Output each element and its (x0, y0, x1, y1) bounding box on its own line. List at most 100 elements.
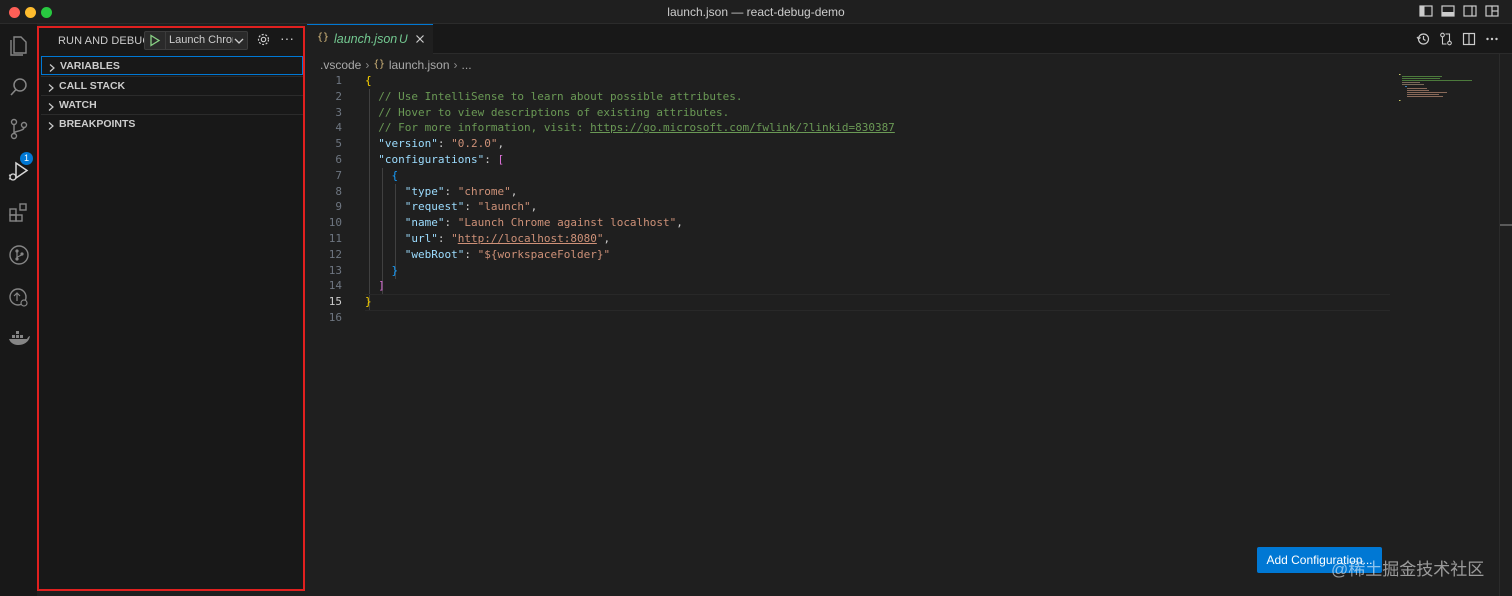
line-number: 4 (335, 121, 342, 135)
start-debugging-icon[interactable] (149, 34, 161, 47)
docker-icon[interactable] (6, 326, 32, 352)
brace: } (391, 263, 399, 277)
scrollbar-cursor-marker (1500, 224, 1512, 226)
line-number: 13 (328, 263, 342, 277)
vertical-scrollbar[interactable] (1499, 54, 1512, 596)
comment: // Hover to view descriptions of existin… (378, 105, 730, 119)
minimap[interactable] (1399, 72, 1479, 102)
code-line: 9 "request": "launch", (307, 199, 1407, 215)
breadcrumb-file[interactable]: launch.json (389, 58, 450, 72)
explorer-icon[interactable] (6, 32, 32, 58)
close-icon[interactable] (414, 33, 426, 45)
sidebar-header: RUN AND DEBUG Launch Chrome ··· (39, 28, 303, 54)
open-changes-icon[interactable] (1439, 32, 1453, 46)
activity-bar: 1 (0, 24, 37, 596)
code-line: 15} (307, 294, 1407, 310)
untracked-status: U (399, 32, 408, 46)
json-key: "webRoot" (404, 247, 465, 261)
json-value: "launch" (477, 200, 531, 214)
tab-bar: {} launch.json U (307, 24, 1512, 54)
gear-icon[interactable] (256, 32, 271, 47)
json-key: "type" (404, 184, 445, 198)
toggle-primary-sidebar-icon[interactable] (1419, 4, 1433, 18)
json-key: "url" (404, 232, 438, 245)
code-line: 10 "name": "Launch Chrome against localh… (307, 215, 1407, 231)
section-variables[interactable]: VARIABLES (41, 56, 303, 75)
timeline-history-icon[interactable] (1416, 32, 1430, 46)
select-divider (165, 32, 166, 49)
split-editor-icon[interactable] (1462, 32, 1476, 46)
customize-layout-icon[interactable] (1485, 4, 1499, 18)
chevron-right-icon (46, 100, 56, 111)
extensions-icon[interactable] (6, 200, 32, 226)
remote-explorer-icon[interactable] (6, 284, 32, 310)
json-key: "request" (404, 200, 465, 214)
json-key: "version" (378, 137, 438, 151)
section-breakpoints[interactable]: BREAKPOINTS (41, 114, 303, 133)
line-number: 15 (328, 295, 342, 309)
section-label: BREAKPOINTS (59, 118, 136, 130)
json-value: "0.2.0" (451, 137, 498, 151)
section-watch[interactable]: WATCH (41, 95, 303, 114)
code-line: 7 { (307, 168, 1407, 184)
comment-link[interactable]: https://go.microsoft.com/fwlink/?linkid=… (590, 121, 895, 134)
watermark: @稀土掘金技术社区 (1331, 560, 1485, 579)
source-control-icon[interactable] (6, 116, 32, 142)
code-line: 14 ] (307, 278, 1407, 294)
code-line: 3 // Hover to view descriptions of exist… (307, 105, 1407, 121)
brace: { (365, 74, 372, 87)
git-graph-icon[interactable] (6, 242, 32, 268)
line-number: 2 (335, 89, 342, 103)
code-line: 2 // Use IntelliSense to learn about pos… (307, 89, 1407, 105)
line-number: 7 (335, 168, 342, 182)
tab-launch-json[interactable]: {} launch.json U (307, 24, 433, 54)
chevron-right-icon (47, 61, 57, 72)
line-number: 14 (328, 279, 342, 293)
run-debug-icon[interactable] (6, 158, 32, 184)
breadcrumb-folder[interactable]: .vscode (320, 58, 361, 72)
breadcrumb-more[interactable]: ... (462, 58, 472, 72)
json-key: "configurations" (378, 153, 485, 166)
section-label: CALL STACK (59, 80, 126, 92)
json-file-icon: {} (317, 32, 330, 43)
json-file-icon: {} (373, 59, 385, 71)
bracket: ] (378, 279, 385, 293)
toggle-panel-icon[interactable] (1441, 4, 1455, 18)
search-icon[interactable] (6, 74, 32, 100)
code-line: 4 // For more information, visit: https:… (307, 120, 1407, 136)
line-number: 6 (335, 153, 342, 166)
code-line: 11 "url": "http://localhost:8080", (307, 231, 1407, 247)
sidebar-title: RUN AND DEBUG (58, 35, 151, 47)
json-value: "${workspaceFolder}" (477, 247, 611, 261)
breadcrumb: .vscode ›{} launch.json ›... (320, 57, 472, 73)
toggle-secondary-sidebar-icon[interactable] (1463, 4, 1477, 18)
section-call-stack[interactable]: CALL STACK (41, 76, 303, 95)
code-line: 12 "webRoot": "${workspaceFolder}" (307, 247, 1407, 263)
json-value: "chrome" (457, 184, 511, 198)
quote: " (451, 232, 458, 245)
more-actions-icon[interactable]: ··· (280, 31, 296, 47)
more-actions-icon[interactable] (1485, 32, 1499, 46)
comment: // For more information, visit: (378, 121, 591, 135)
line-number: 9 (335, 200, 342, 214)
run-and-debug-sidebar: RUN AND DEBUG Launch Chrome ··· VARIABLE… (37, 26, 305, 591)
line-number: 10 (328, 216, 342, 230)
code-line: 1{ (307, 73, 1407, 89)
editor-area: {} launch.json U .vscode ›{} launch.json ›.… (307, 24, 1512, 596)
json-key: "name" (404, 216, 445, 230)
tab-label: launch.json (334, 32, 398, 46)
json-value: "Launch Chrome against localhost" (457, 216, 677, 230)
launch-configuration-select[interactable]: Launch Chrome (144, 31, 248, 50)
bracket: [ (497, 153, 505, 166)
code-line: 13 } (307, 263, 1407, 279)
line-number: 11 (328, 232, 342, 245)
chevron-right-icon: › (453, 57, 458, 72)
line-number: 3 (335, 105, 342, 119)
brace: { (391, 168, 399, 182)
chevron-down-icon[interactable] (233, 35, 245, 47)
window-title: launch.json — react-debug-demo (667, 5, 845, 19)
url-link[interactable]: http://localhost:8080 (458, 232, 597, 245)
code-line: 6 "configurations": [ (307, 152, 1407, 168)
section-label: WATCH (59, 99, 97, 111)
chevron-right-icon: › (365, 57, 370, 72)
